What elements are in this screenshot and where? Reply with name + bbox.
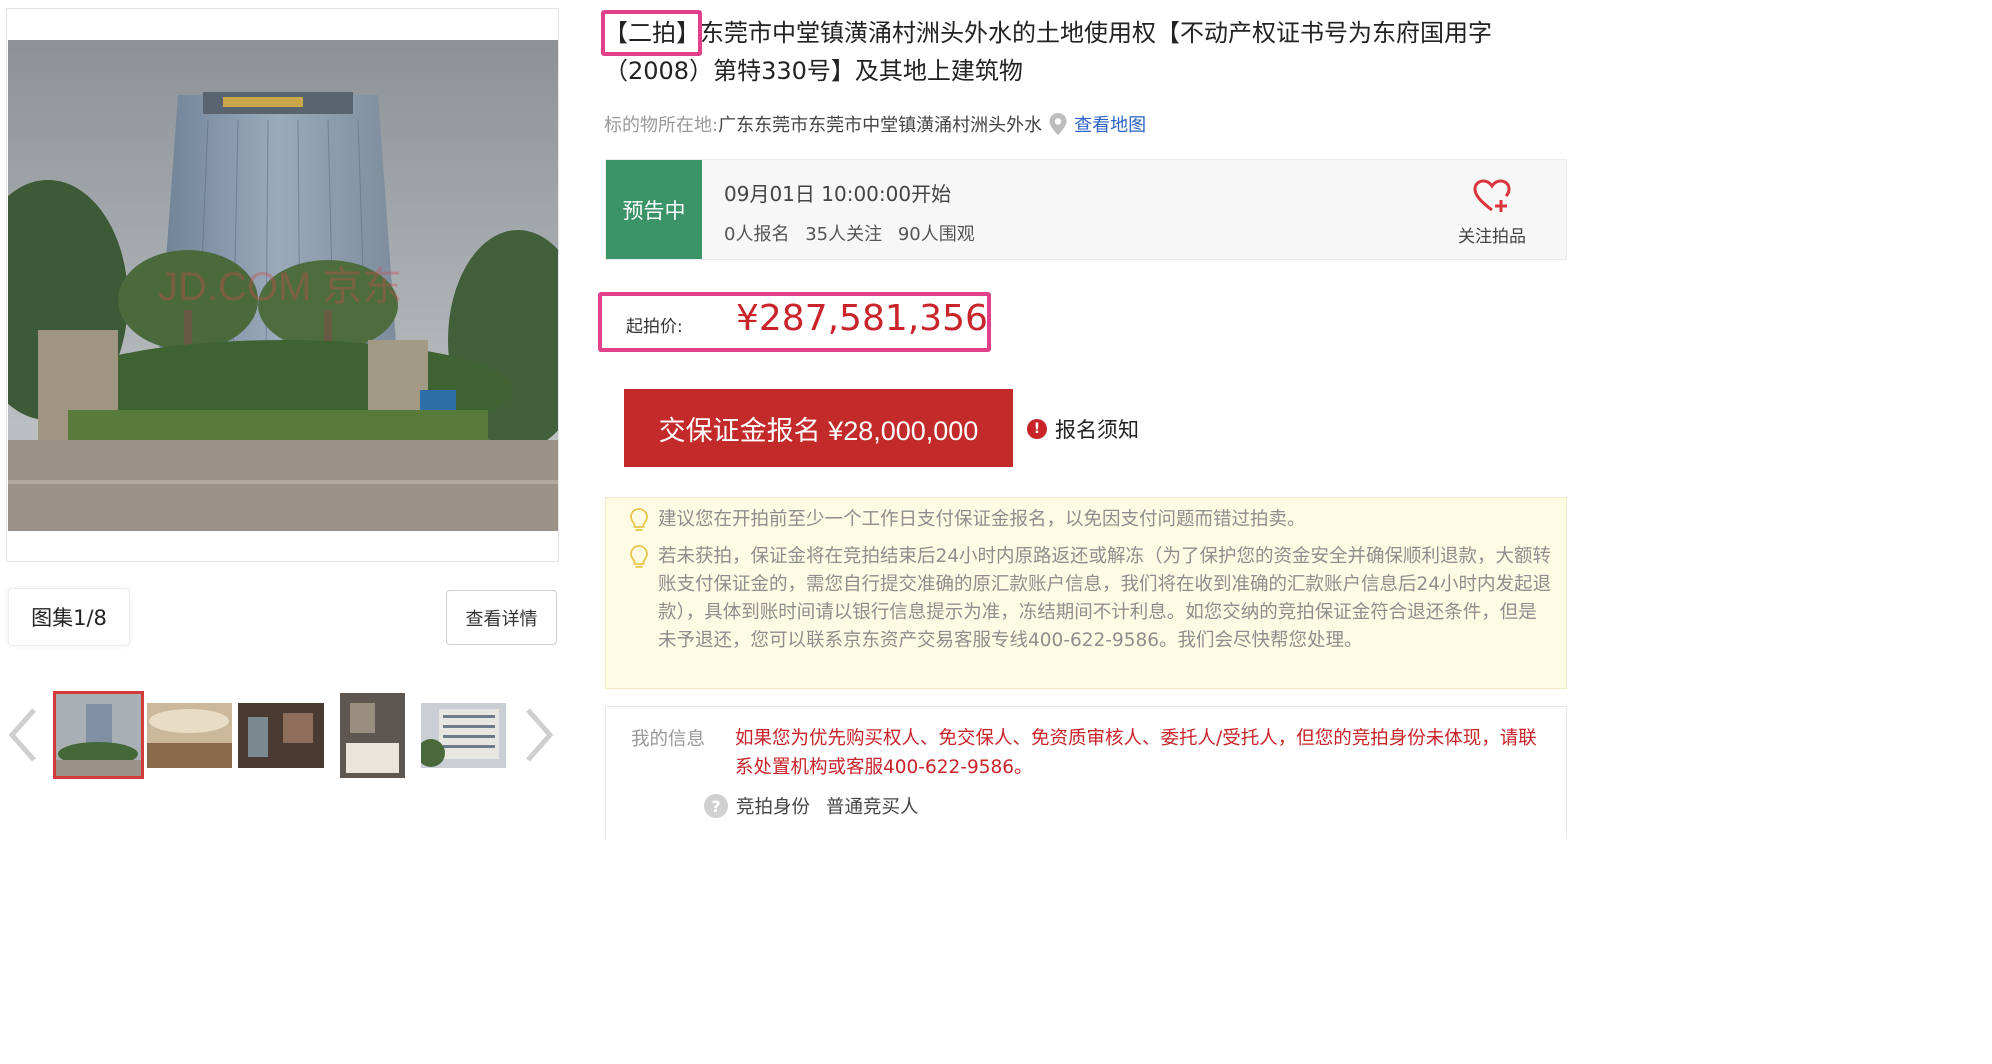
alert-icon: !	[1027, 419, 1047, 439]
listing-title: 【二拍】东莞市中堂镇潢涌村洲头外水的土地使用权【不动产权证书号为东府国用字（20…	[604, 14, 1554, 90]
registration-notice-label: 报名须知	[1055, 418, 1139, 442]
follow-item-button[interactable]: 关注拍品	[1442, 178, 1542, 247]
thumbnail-image	[56, 694, 141, 776]
watermark-text: JD.COM 京东	[158, 265, 402, 309]
registered-count: 0人报名	[724, 224, 790, 245]
location-row: 标的物所在地: 广东东莞市东莞市中堂镇潢涌村洲头外水 查看地图	[604, 110, 1146, 138]
viewer-count: 90人围观	[897, 224, 975, 245]
listing-title-text: 东莞市中堂镇潢涌村洲头外水的土地使用权【不动产权证书号为东府国用字（2008）第…	[604, 19, 1492, 85]
gallery-counter: 图集1/8	[8, 588, 130, 646]
lightbulb-icon	[630, 545, 648, 568]
follower-count: 35人关注	[805, 224, 883, 245]
question-icon[interactable]: ?	[704, 794, 728, 818]
chevron-left-icon	[8, 708, 36, 762]
view-details-button[interactable]: 查看详情	[446, 590, 557, 645]
hotel-photo-image: JD.COM 京东	[8, 40, 558, 531]
tip-text: 若未获拍，保证金将在竞拍结束后24小时内原路返还或解冻（为了保护您的资金安全并确…	[658, 546, 1552, 651]
next-thumbnail-button[interactable]	[522, 700, 556, 770]
starting-price-box: 起拍价: ¥287,581,356	[598, 292, 991, 352]
chevron-right-icon	[526, 708, 554, 762]
view-map-link[interactable]: 查看地图	[1074, 111, 1146, 137]
thumbnail-image	[238, 703, 324, 768]
auction-stats: 0人报名 35人关注 90人围观	[724, 220, 985, 246]
tip-text: 建议您在开拍前至少一个工作日支付保证金报名，以免因支付问题而错过拍卖。	[658, 509, 1306, 530]
lightbulb-icon	[630, 508, 648, 531]
registration-notice-link[interactable]: ! 报名须知	[1027, 414, 1139, 444]
thumbnail-image	[421, 703, 506, 768]
my-info-label: 我的信息	[631, 729, 706, 750]
starting-price-label: 起拍价:	[626, 317, 683, 337]
tips-box: 建议您在开拍前至少一个工作日支付保证金报名，以免因支付问题而错过拍卖。 若未获拍…	[605, 497, 1567, 689]
thumbnail-2[interactable]	[147, 703, 232, 768]
my-info-message: 如果您为优先购买权人、免交保人、免资质审核人、委托人/受托人，但您的竞拍身份未体…	[735, 728, 1537, 778]
thumbnail-1[interactable]	[53, 691, 144, 779]
thumbnail-image	[147, 703, 232, 768]
thumbnail-image	[340, 693, 405, 778]
auction-round-tag: 【二拍】	[604, 19, 700, 47]
location-value: 广东东莞市东莞市中堂镇潢涌村洲头外水	[718, 115, 1043, 136]
thumbnail-3[interactable]	[238, 703, 324, 768]
map-pin-icon	[1049, 113, 1067, 135]
bidder-identity-label: 竞拍身份	[736, 797, 811, 818]
start-time: 09月01日 10:00:00开始	[724, 182, 952, 206]
main-photo[interactable]: JD.COM 京东	[8, 40, 558, 531]
bidder-identity-row: ? 竞拍身份 普通竞买人	[704, 793, 919, 819]
tip-item: 若未获拍，保证金将在竞拍结束后24小时内原路返还或解冻（为了保护您的资金安全并确…	[626, 543, 1553, 655]
location-label: 标的物所在地:	[604, 115, 719, 136]
main-photo-frame: JD.COM 京东	[6, 8, 559, 562]
auction-status-panel: 预告中 09月01日 10:00:00开始 0人报名 35人关注 90人围观 关…	[605, 159, 1567, 260]
status-badge: 预告中	[606, 160, 702, 259]
tip-item: 建议您在开拍前至少一个工作日支付保证金报名，以免因支付问题而错过拍卖。	[626, 506, 1553, 534]
heart-plus-icon	[1473, 179, 1511, 212]
bidder-identity-value: 普通竞买人	[826, 797, 919, 818]
prev-thumbnail-button[interactable]	[6, 700, 40, 770]
thumbnail-4[interactable]	[340, 693, 405, 778]
follow-label: 关注拍品	[1458, 227, 1526, 247]
thumbnail-5[interactable]	[421, 703, 506, 768]
pay-deposit-register-button[interactable]: 交保证金报名 ¥28,000,000	[624, 389, 1013, 467]
starting-price-value: ¥287,581,356	[736, 298, 988, 339]
my-info-box: 我的信息 如果您为优先购买权人、免交保人、免资质审核人、委托人/受托人，但您的竞…	[605, 706, 1567, 838]
